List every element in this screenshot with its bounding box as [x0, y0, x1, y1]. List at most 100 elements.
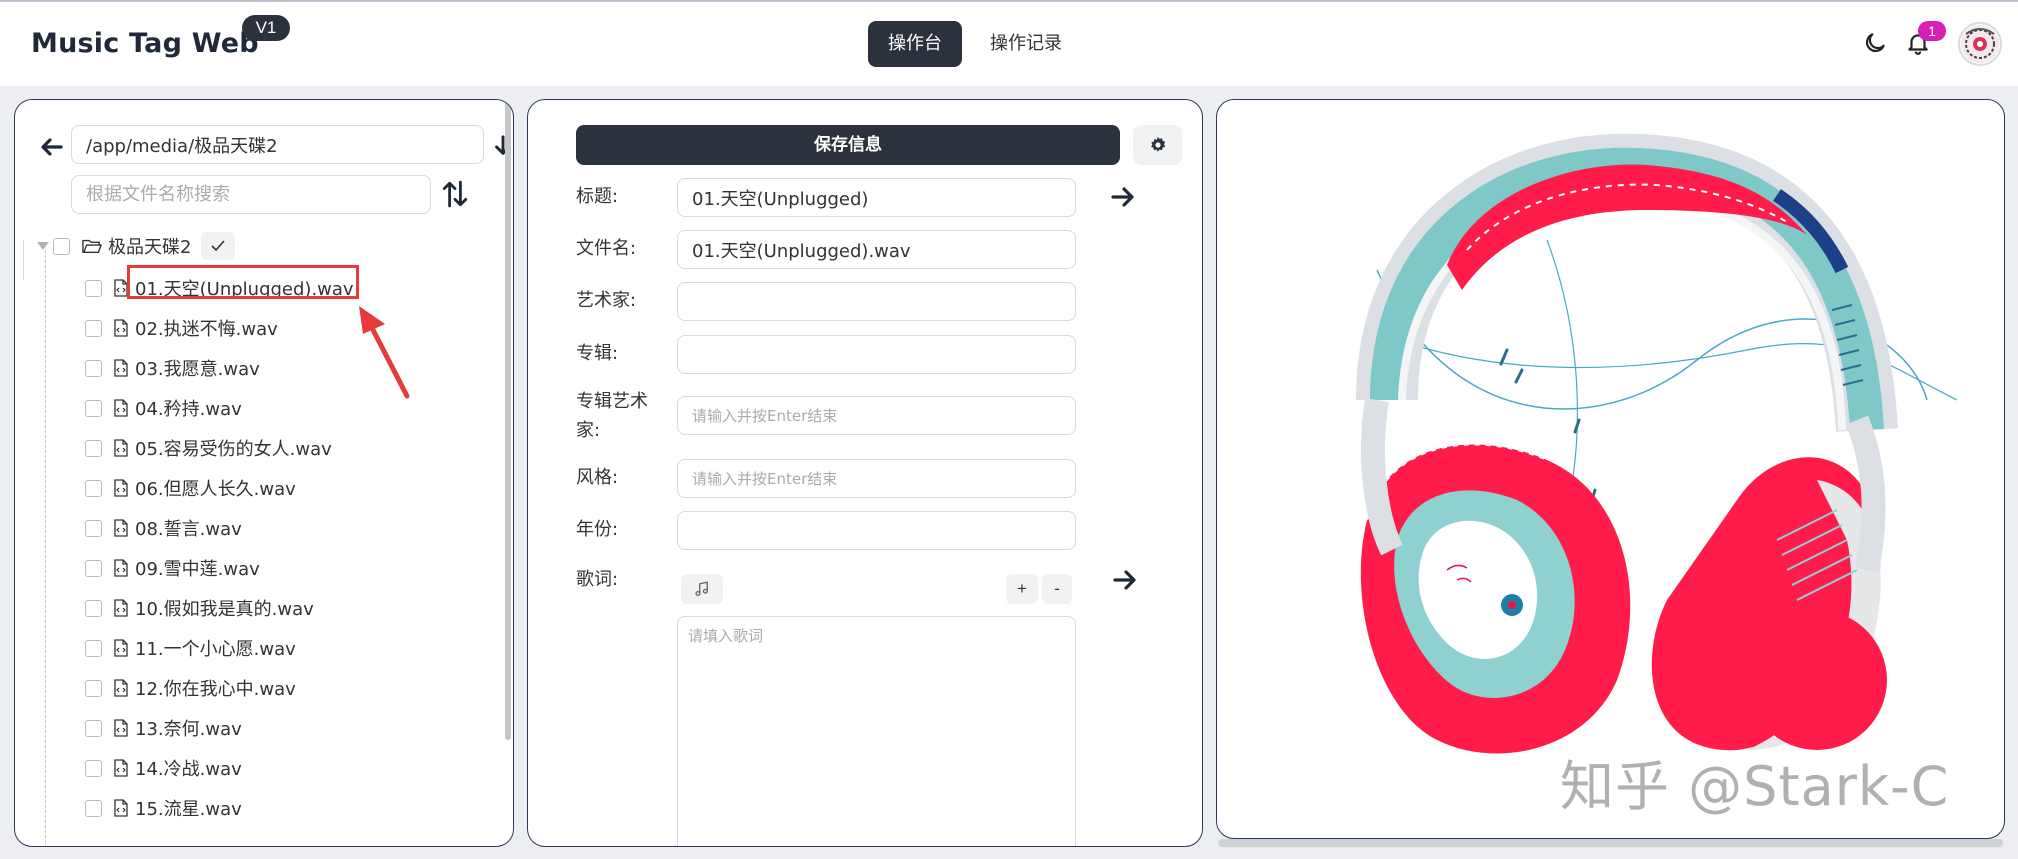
file-name-label: 13.奈何.wav [135, 719, 242, 740]
file-list-item[interactable]: 11.一个小心愿.wav [85, 633, 296, 663]
file-checkbox[interactable] [85, 599, 102, 617]
file-browser-panel: /app/media/极品天碟2 极品天碟2 01.天空(Unplugged).… [14, 99, 514, 847]
file-code-icon [114, 559, 128, 577]
arrow-right-icon[interactable] [1111, 186, 1135, 208]
file-checkbox[interactable] [85, 559, 102, 577]
file-checkbox[interactable] [85, 519, 102, 537]
album-cover-image[interactable] [1217, 100, 2005, 839]
tree-guide-line [23, 240, 24, 280]
settings-button[interactable] [1133, 125, 1182, 165]
avatar[interactable] [1958, 22, 2002, 66]
file-code-icon [114, 399, 128, 417]
title-input[interactable]: 01.天空(Unplugged) [677, 178, 1076, 217]
moon-icon[interactable] [1862, 30, 1888, 56]
select-all-button[interactable] [201, 232, 236, 260]
save-info-button[interactable]: 保存信息 [576, 125, 1120, 165]
artist-input[interactable] [677, 282, 1076, 321]
root-folder-label: 极品天碟2 [108, 237, 192, 258]
file-name-label: 04.矜持.wav [135, 399, 242, 420]
lyrics-search-button[interactable] [681, 574, 723, 604]
tree-guide-line [45, 250, 46, 846]
file-name-label: 14.冷战.wav [135, 759, 242, 780]
caret-down-icon[interactable] [37, 242, 49, 250]
file-checkbox[interactable] [85, 479, 102, 497]
path-input[interactable]: /app/media/极品天碟2 [71, 125, 484, 164]
genre-label: 风格: [576, 467, 619, 488]
file-name-label: 05.容易受伤的女人.wav [135, 439, 332, 460]
album-artist-label-line1: 专辑艺术 [576, 391, 648, 412]
file-name-label: 11.一个小心愿.wav [135, 639, 296, 660]
file-checkbox[interactable] [85, 759, 102, 777]
genre-input[interactable]: 请输入并按Enter结束 [677, 459, 1076, 498]
file-name-label: 08.誓言.wav [135, 519, 242, 540]
file-checkbox[interactable] [85, 639, 102, 657]
annotation-highlight-box [127, 265, 359, 299]
file-list-item[interactable]: 13.奈何.wav [85, 713, 242, 743]
year-label: 年份: [576, 519, 619, 540]
file-checkbox[interactable] [85, 279, 102, 297]
file-name-label: 12.你在我心中.wav [135, 679, 296, 700]
file-checkbox[interactable] [85, 439, 102, 457]
music-search-icon [695, 581, 708, 597]
file-code-icon [114, 599, 128, 617]
arrow-right-icon[interactable] [1113, 569, 1137, 591]
file-name-label: 15.流星.wav [135, 799, 242, 820]
file-code-icon [114, 519, 128, 537]
avatar-image [1961, 25, 1999, 63]
sort-icon[interactable] [442, 180, 468, 208]
artist-label: 艺术家: [576, 290, 637, 311]
file-list-item[interactable]: 10.假如我是真的.wav [85, 593, 314, 623]
file-code-icon [114, 359, 128, 377]
file-list-item[interactable]: 06.但愿人长久.wav [85, 473, 296, 503]
file-checkbox[interactable] [85, 319, 102, 337]
folder-open-icon [82, 239, 102, 254]
year-input[interactable] [677, 511, 1076, 550]
file-list-item[interactable]: 15.流星.wav [85, 793, 242, 823]
file-list-item[interactable]: 09.雪中莲.wav [85, 553, 260, 583]
lyrics-textarea[interactable]: 请填入歌词 [677, 616, 1076, 846]
file-code-icon [114, 719, 128, 737]
filename-search-input[interactable] [71, 175, 431, 214]
file-list-item[interactable]: 04.矜持.wav [85, 393, 242, 423]
file-code-icon [114, 679, 128, 697]
file-list-item[interactable]: 05.容易受伤的女人.wav [85, 433, 332, 463]
app-header: Music Tag Web V1 操作台 操作记录 1 [0, 2, 2018, 86]
brand-title: Music Tag Web [31, 28, 259, 59]
lyrics-offset-plus-button[interactable]: + [1006, 574, 1038, 604]
file-code-icon [114, 439, 128, 457]
file-name-label: 10.假如我是真的.wav [135, 599, 314, 620]
file-code-icon [114, 759, 128, 777]
filename-label: 文件名: [576, 238, 637, 259]
album-input[interactable] [677, 335, 1076, 374]
file-list-item[interactable]: 14.冷战.wav [85, 753, 242, 783]
file-list-item[interactable]: 08.誓言.wav [85, 513, 242, 543]
root-checkbox[interactable] [53, 237, 70, 255]
arrow-left-icon[interactable] [39, 135, 63, 159]
file-name-label: 03.我愿意.wav [135, 359, 260, 380]
file-checkbox[interactable] [85, 359, 102, 377]
file-list-item[interactable]: 12.你在我心中.wav [85, 673, 296, 703]
file-code-icon [114, 799, 128, 817]
file-list-item[interactable]: 03.我愿意.wav [85, 353, 260, 383]
file-checkbox[interactable] [85, 679, 102, 697]
tree-root-folder[interactable]: 极品天碟2 [37, 231, 236, 261]
file-checkbox[interactable] [85, 719, 102, 737]
annotation-arrow-icon [359, 306, 410, 399]
tab-history[interactable]: 操作记录 [970, 21, 1082, 67]
file-checkbox[interactable] [85, 399, 102, 417]
album-label: 专辑: [576, 343, 619, 364]
file-checkbox[interactable] [85, 799, 102, 817]
file-name-label: 06.但愿人长久.wav [135, 479, 296, 500]
file-code-icon [114, 639, 128, 657]
file-code-icon [114, 479, 128, 497]
vertical-scrollbar[interactable] [505, 100, 511, 740]
notification-badge: 1 [1918, 21, 1946, 41]
album-artist-input[interactable]: 请输入并按Enter结束 [677, 396, 1076, 435]
file-list-item[interactable]: 02.执迷不悔.wav [85, 313, 278, 343]
tag-editor-panel: 保存信息 标题: 01.天空(Unplugged) 文件名: 01.天空(Unp… [527, 99, 1203, 847]
watermark: 知乎 @Stark-C [1560, 755, 1950, 818]
filename-input[interactable]: 01.天空(Unplugged).wav [677, 230, 1076, 269]
lyrics-offset-minus-button[interactable]: - [1042, 574, 1072, 604]
tab-console[interactable]: 操作台 [868, 21, 962, 67]
horizontal-scrollbar[interactable] [1218, 839, 2003, 847]
